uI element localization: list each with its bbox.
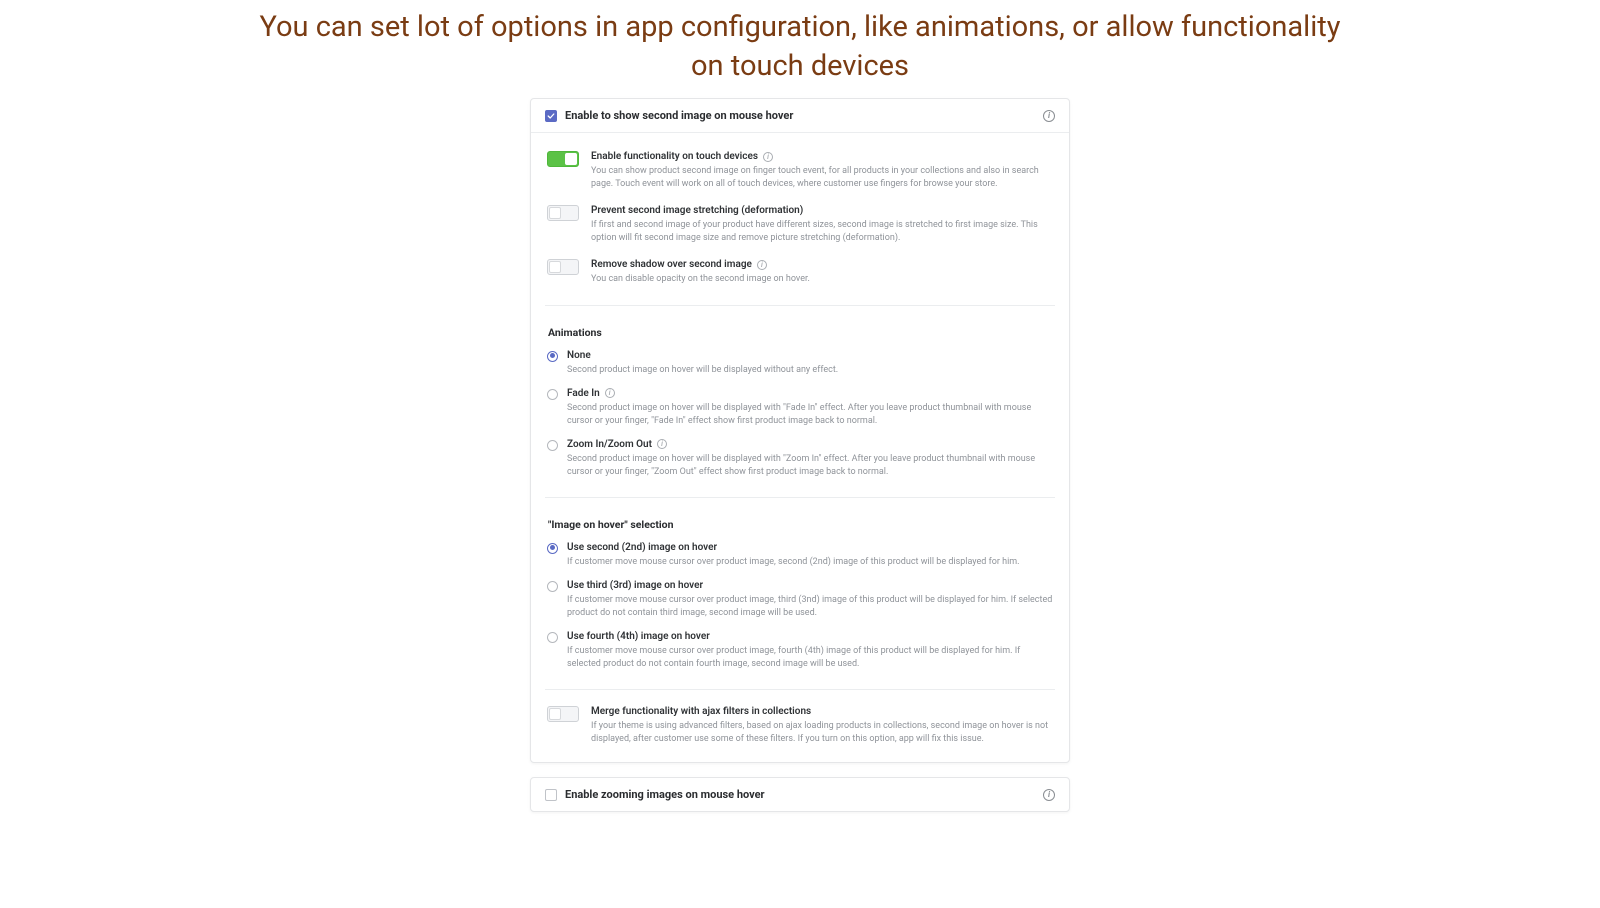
card-zoom-settings: Enable zooming images on mouse hover <box>530 777 1070 812</box>
radio-selection-third[interactable] <box>547 581 558 592</box>
toggle-touch-title: Enable functionality on touch devices <box>591 151 758 162</box>
radio-none-desc: Second product image on hover will be di… <box>567 364 1053 377</box>
radio-fade-desc: Second product image on hover will be di… <box>567 402 1053 428</box>
divider <box>545 497 1055 498</box>
section-label-selection: "Image on hover" selection <box>547 518 1053 531</box>
info-icon[interactable] <box>1043 789 1055 801</box>
radio-fade-title: Fade In <box>567 388 600 399</box>
card-zoom-label: Enable zooming images on mouse hover <box>565 788 1043 801</box>
radio-animation-zoom[interactable] <box>547 440 558 451</box>
radio-third-desc: If customer move mouse cursor over produ… <box>567 594 1053 620</box>
radio-second-title: Use second (2nd) image on hover <box>567 542 717 553</box>
divider <box>545 689 1055 690</box>
card-header-enable-second-image: Enable to show second image on mouse hov… <box>531 99 1069 133</box>
radio-animation-fade[interactable] <box>547 389 558 400</box>
radio-second-desc: If customer move mouse cursor over produ… <box>567 556 1053 569</box>
card-second-image-settings: Enable to show second image on mouse hov… <box>530 98 1070 763</box>
section-label-animations: Animations <box>547 326 1053 339</box>
radio-third-title: Use third (3rd) image on hover <box>567 580 703 591</box>
toggle-touch-devices[interactable] <box>547 151 579 167</box>
toggle-stretch-title: Prevent second image stretching (deforma… <box>591 205 803 216</box>
radio-zoom-title: Zoom In/Zoom Out <box>567 439 652 450</box>
info-icon[interactable] <box>605 388 615 398</box>
toggle-stretch-desc: If first and second image of your produc… <box>591 219 1053 245</box>
radio-fourth-desc: If customer move mouse cursor over produ… <box>567 645 1053 671</box>
toggle-shadow-desc: You can disable opacity on the second im… <box>591 273 1053 286</box>
toggle-remove-shadow[interactable] <box>547 259 579 275</box>
info-icon[interactable] <box>1043 110 1055 122</box>
radio-zoom-desc: Second product image on hover will be di… <box>567 453 1053 479</box>
radio-none-title: None <box>567 350 591 361</box>
toggle-merge-ajax[interactable] <box>547 706 579 722</box>
info-icon[interactable] <box>763 152 773 162</box>
toggle-merge-title: Merge functionality with ajax filters in… <box>591 706 811 717</box>
card-header-label: Enable to show second image on mouse hov… <box>565 109 1043 122</box>
radio-fourth-title: Use fourth (4th) image on hover <box>567 631 710 642</box>
toggle-prevent-stretch[interactable] <box>547 205 579 221</box>
checkbox-enable-second-image[interactable] <box>545 110 557 122</box>
radio-selection-second[interactable] <box>547 543 558 554</box>
toggle-touch-desc: You can show product second image on fin… <box>591 165 1053 191</box>
info-icon[interactable] <box>757 260 767 270</box>
info-icon[interactable] <box>657 439 667 449</box>
toggle-merge-desc: If your theme is using advanced filters,… <box>591 720 1053 746</box>
page-heading: You can set lot of options in app config… <box>0 8 1600 86</box>
radio-animation-none[interactable] <box>547 351 558 362</box>
radio-selection-fourth[interactable] <box>547 632 558 643</box>
toggle-shadow-title: Remove shadow over second image <box>591 259 752 270</box>
checkbox-enable-zoom[interactable] <box>545 789 557 801</box>
divider <box>545 305 1055 306</box>
